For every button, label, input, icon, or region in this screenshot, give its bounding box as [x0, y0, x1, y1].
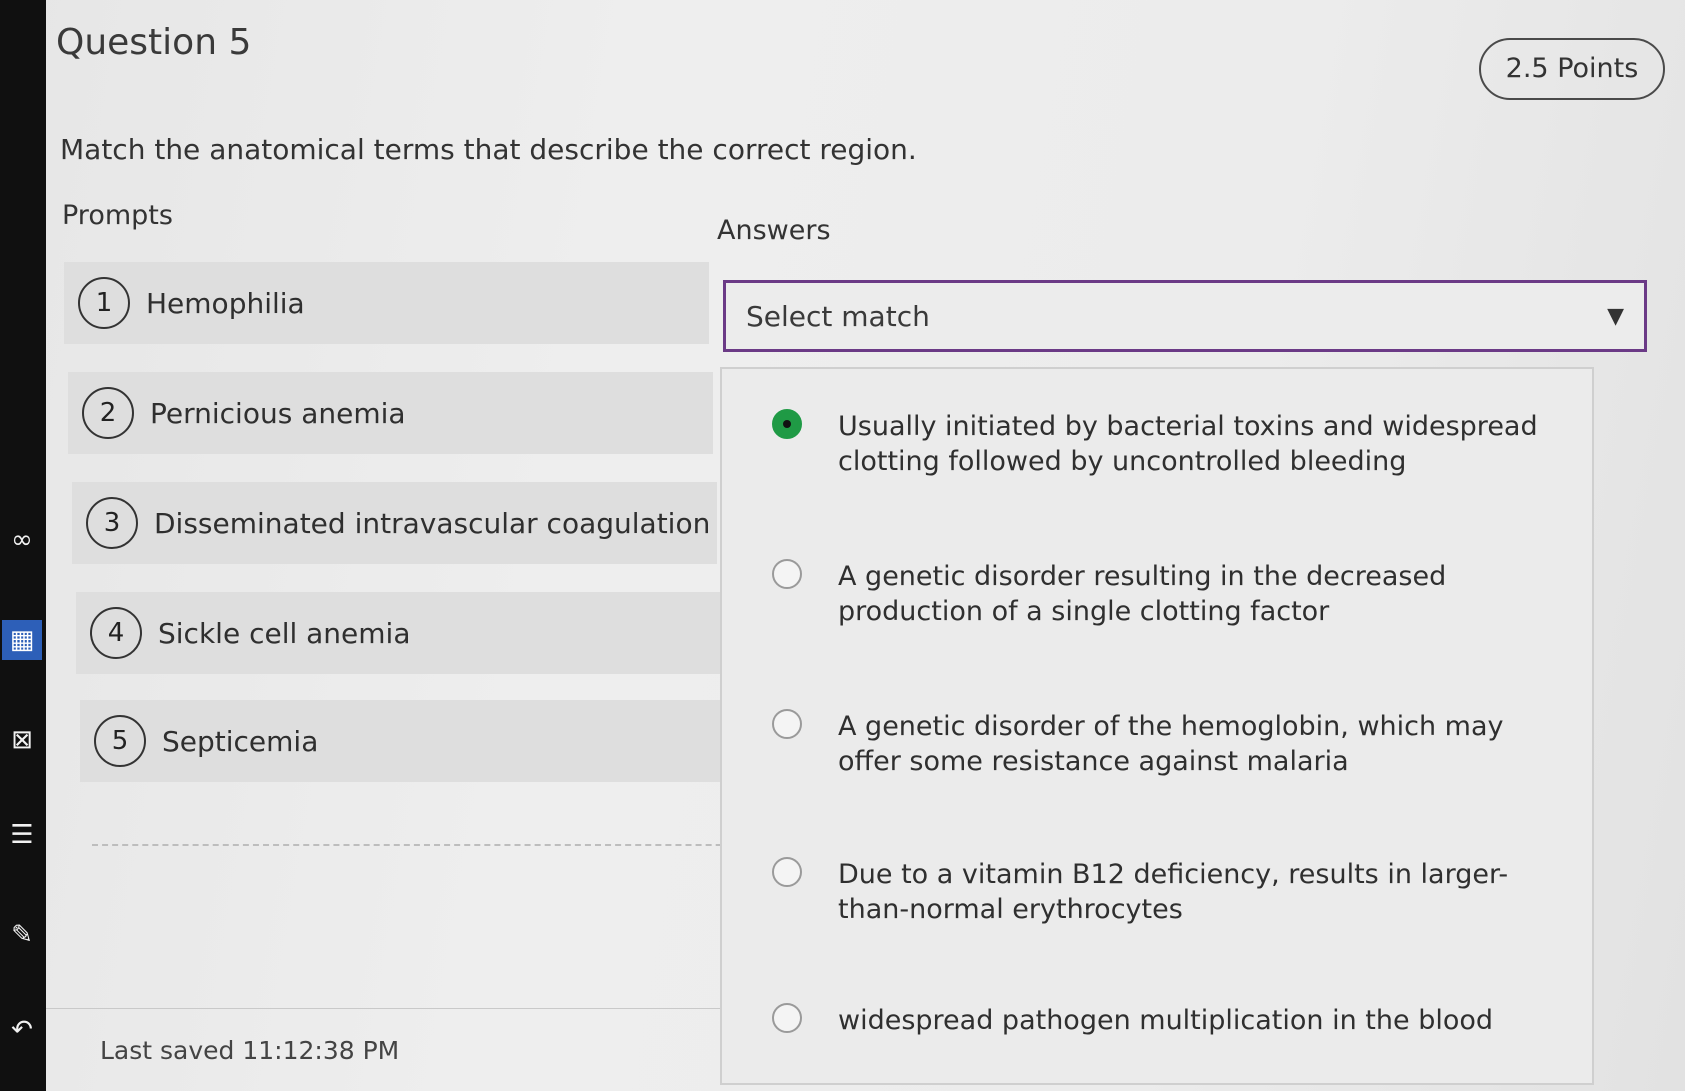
chevron-down-icon[interactable]: ▼ — [1607, 304, 1624, 329]
radio-button[interactable] — [772, 1003, 802, 1033]
answer-option[interactable]: widespread pathogen multiplication in th… — [722, 1003, 1592, 1038]
radio-button[interactable] — [772, 857, 802, 887]
radio-button[interactable] — [772, 559, 802, 589]
prompt-number: 4 — [90, 607, 142, 659]
prompt-item: 5 Septicemia — [80, 700, 725, 782]
prompt-item: 1 Hemophilia — [64, 262, 709, 344]
eye-icon[interactable]: ∞ — [2, 520, 42, 560]
prompt-label: Hemophilia — [146, 286, 305, 320]
prompt-number: 1 — [78, 277, 130, 329]
answer-option-text: Due to a vitamin B12 deficiency, results… — [838, 859, 1509, 925]
question-title: Question 5 — [56, 22, 252, 63]
question-page: Question 5 2.5 Points Match the anatomic… — [46, 0, 1685, 1091]
match-select[interactable]: Select match ▼ — [723, 280, 1647, 352]
answer-options-list: Usually initiated by bacterial toxins an… — [720, 367, 1594, 1085]
prompt-item: 3 Disseminated intravascular coagulation — [72, 482, 717, 564]
prompt-number: 2 — [82, 387, 134, 439]
answer-option-text: widespread pathogen multiplication in th… — [838, 1005, 1494, 1036]
edit-icon[interactable]: ✎ — [2, 915, 42, 955]
answer-option-text: A genetic disorder resulting in the decr… — [838, 561, 1447, 627]
left-tool-strip: ∞ ▦ ⊠ ☰ ✎ ↶ — [0, 0, 46, 1091]
answers-heading: Answers — [717, 215, 831, 246]
radio-button[interactable] — [772, 709, 802, 739]
answer-option[interactable]: Due to a vitamin B12 deficiency, results… — [722, 857, 1592, 927]
radio-button-selected[interactable] — [772, 409, 802, 439]
prompt-label: Sickle cell anemia — [158, 616, 411, 650]
prompts-heading: Prompts — [62, 200, 173, 231]
notes-icon[interactable]: ☰ — [2, 815, 42, 855]
points-badge: 2.5 Points — [1479, 38, 1665, 100]
answer-option-text: A genetic disorder of the hemoglobin, wh… — [838, 711, 1504, 777]
answer-option[interactable]: A genetic disorder resulting in the decr… — [722, 559, 1592, 629]
answer-option-text: Usually initiated by bacterial toxins an… — [838, 411, 1538, 477]
prompt-number: 5 — [94, 715, 146, 767]
prompt-item: 2 Pernicious anemia — [68, 372, 713, 454]
prompt-item: 4 Sickle cell anemia — [76, 592, 721, 674]
prompt-label: Pernicious anemia — [150, 396, 406, 430]
answer-option[interactable]: Usually initiated by bacterial toxins an… — [722, 409, 1592, 479]
question-instruction: Match the anatomical terms that describe… — [60, 133, 917, 166]
calculator-icon[interactable]: ▦ — [2, 620, 42, 660]
last-saved-status: Last saved 11:12:38 PM — [100, 1036, 400, 1065]
select-value: Select match — [746, 299, 930, 333]
answer-option[interactable]: A genetic disorder of the hemoglobin, wh… — [722, 709, 1592, 779]
section-divider — [92, 844, 772, 846]
list-icon[interactable]: ⊠ — [2, 720, 42, 760]
prompt-label: Septicemia — [162, 724, 319, 758]
prompt-label: Disseminated intravascular coagulation — [154, 506, 711, 540]
footer-divider — [46, 1008, 726, 1009]
prompt-number: 3 — [86, 497, 138, 549]
undo-icon[interactable]: ↶ — [2, 1010, 42, 1050]
